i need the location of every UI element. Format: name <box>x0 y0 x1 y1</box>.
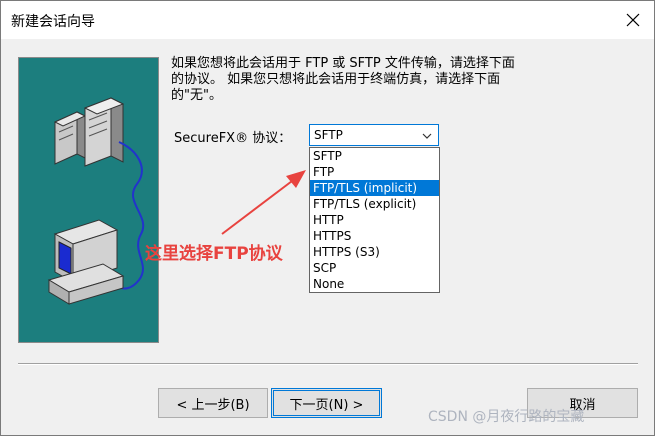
protocol-dropdown-list: SFTP FTP FTP/TLS (implicit) FTP/TLS (exp… <box>309 147 440 293</box>
wizard-illustration <box>18 57 159 343</box>
protocol-option[interactable]: FTP <box>310 164 439 180</box>
description-line-2: 的协议。 如果您只想将此会话用于终端仿真，请选择下面 <box>171 72 501 87</box>
protocol-select[interactable]: SFTP <box>309 124 439 146</box>
description-line-1: 如果您想将此会话用于 FTP 或 SFTP 文件传输，请选择下面 <box>171 56 515 71</box>
wizard-description: 如果您想将此会话用于 FTP 或 SFTP 文件传输，请选择下面 的协议。 如果… <box>171 56 571 104</box>
protocol-option[interactable]: HTTPS (S3) <box>310 244 439 260</box>
protocol-option[interactable]: HTTP <box>310 212 439 228</box>
next-button[interactable]: 下一页(N) > <box>271 388 382 418</box>
protocol-selected-value: SFTP <box>314 128 343 142</box>
protocol-option[interactable]: None <box>310 276 439 292</box>
computer-icon <box>47 219 125 305</box>
protocol-option[interactable]: FTP/TLS (explicit) <box>310 196 439 212</box>
separator <box>18 363 638 365</box>
title-bar: 新建会话向导 <box>1 1 654 39</box>
network-cable <box>116 141 145 290</box>
new-session-wizard-dialog: 新建会话向导 如果您想将此会话用于 FTP 或 SFTP 文件传输，请选择下面 … <box>0 0 655 436</box>
protocol-label: SecureFX® 协议： <box>174 131 292 146</box>
description-line-3: 的"无"。 <box>171 88 222 103</box>
window-title: 新建会话向导 <box>11 14 95 30</box>
next-button-label: 下一页(N) > <box>289 397 364 413</box>
annotation-text: 这里选择FTP协议 <box>145 244 283 264</box>
protocol-option[interactable]: SCP <box>310 260 439 276</box>
network-computer-illustration <box>47 97 145 305</box>
close-icon <box>626 13 640 27</box>
back-button-label: < 上一步(B) <box>176 397 250 413</box>
back-button[interactable]: < 上一步(B) <box>158 388 268 418</box>
protocol-option[interactable]: SFTP <box>310 148 439 164</box>
protocol-option-highlighted[interactable]: FTP/TLS (implicit) <box>310 180 439 196</box>
server-icon <box>53 97 125 167</box>
watermark: CSDN @月夜行路的宝藏 <box>428 409 585 425</box>
protocol-option[interactable]: HTTPS <box>310 228 439 244</box>
chevron-down-icon <box>422 133 432 139</box>
close-button[interactable] <box>618 7 648 33</box>
